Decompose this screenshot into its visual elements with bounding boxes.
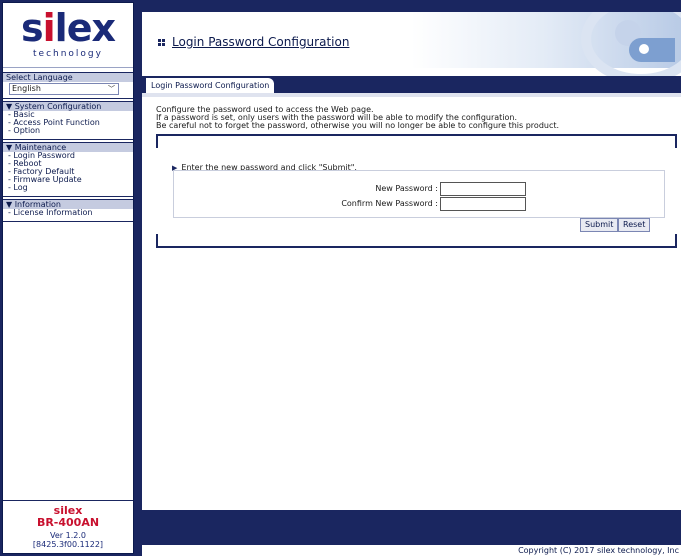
language-select[interactable]: English ﹀ bbox=[9, 83, 119, 95]
menu-item-log[interactable]: - Log bbox=[3, 184, 133, 192]
chevron-down-icon: ﹀ bbox=[108, 85, 115, 93]
copyright-text: Copyright (C) 2017 silex technology, Inc bbox=[518, 546, 679, 555]
confirm-password-row: Confirm New Password : bbox=[174, 197, 664, 211]
new-password-label: New Password : bbox=[375, 184, 438, 193]
sidebar: silex technology Select Language English… bbox=[2, 2, 134, 554]
frame-corner bbox=[156, 134, 166, 148]
frame-corner bbox=[156, 234, 166, 248]
submit-button[interactable]: Submit bbox=[580, 218, 619, 232]
confirm-password-input[interactable] bbox=[440, 197, 526, 211]
menu-information: ▼ Information - License Information bbox=[3, 197, 133, 222]
password-fields-box: New Password : Confirm New Password : bbox=[173, 170, 665, 218]
menu-item-option[interactable]: - Option bbox=[3, 127, 133, 135]
logo-tagline: technology bbox=[33, 49, 103, 59]
new-password-input[interactable] bbox=[440, 182, 526, 196]
grid-icon bbox=[158, 39, 165, 46]
firmware-version: Ver 1.2.0 bbox=[50, 531, 86, 540]
page-description: Configure the password used to access th… bbox=[156, 106, 676, 130]
tab-login-password-configuration[interactable]: Login Password Configuration bbox=[146, 78, 275, 93]
title-banner: Login Password Configuration bbox=[142, 12, 681, 84]
model-name: BR-400AN bbox=[36, 516, 100, 529]
banner-decoration bbox=[629, 38, 675, 62]
new-password-row: New Password : bbox=[174, 182, 664, 196]
reset-button[interactable]: Reset bbox=[618, 218, 651, 232]
description-line: Be careful not to forget the password, o… bbox=[156, 121, 560, 130]
frame-bottom-line bbox=[164, 246, 669, 248]
language-section: Select Language English ﹀ bbox=[3, 72, 133, 99]
language-selected: English bbox=[12, 84, 41, 93]
device-info: silex BR-400AN Ver 1.2.0 [8425.3f00.1122… bbox=[3, 500, 133, 553]
frame-corner bbox=[667, 234, 677, 248]
logo-wordmark: silex bbox=[21, 6, 116, 50]
build-number: [8425.3f00.1122] bbox=[32, 540, 104, 549]
frame-top-line bbox=[164, 134, 669, 136]
menu-system: ▼ System Configuration - Basic - Access … bbox=[3, 99, 133, 140]
confirm-password-label: Confirm New Password : bbox=[341, 199, 438, 208]
menu-item-license-information[interactable]: - License Information bbox=[3, 209, 133, 217]
tab-strip: Login Password Configuration bbox=[142, 76, 681, 93]
frame-corner bbox=[667, 134, 677, 148]
footer-bar bbox=[142, 510, 681, 545]
language-header: Select Language bbox=[3, 72, 133, 82]
logo: silex technology bbox=[3, 3, 133, 68]
menu-maintenance: ▼ Maintenance - Login Password - Reboot … bbox=[3, 140, 133, 197]
banner-decoration bbox=[639, 44, 649, 54]
tab-underline bbox=[142, 93, 681, 97]
page-title: Login Password Configuration bbox=[172, 35, 350, 49]
main-panel: Login Password Configuration Login Passw… bbox=[142, 12, 681, 556]
